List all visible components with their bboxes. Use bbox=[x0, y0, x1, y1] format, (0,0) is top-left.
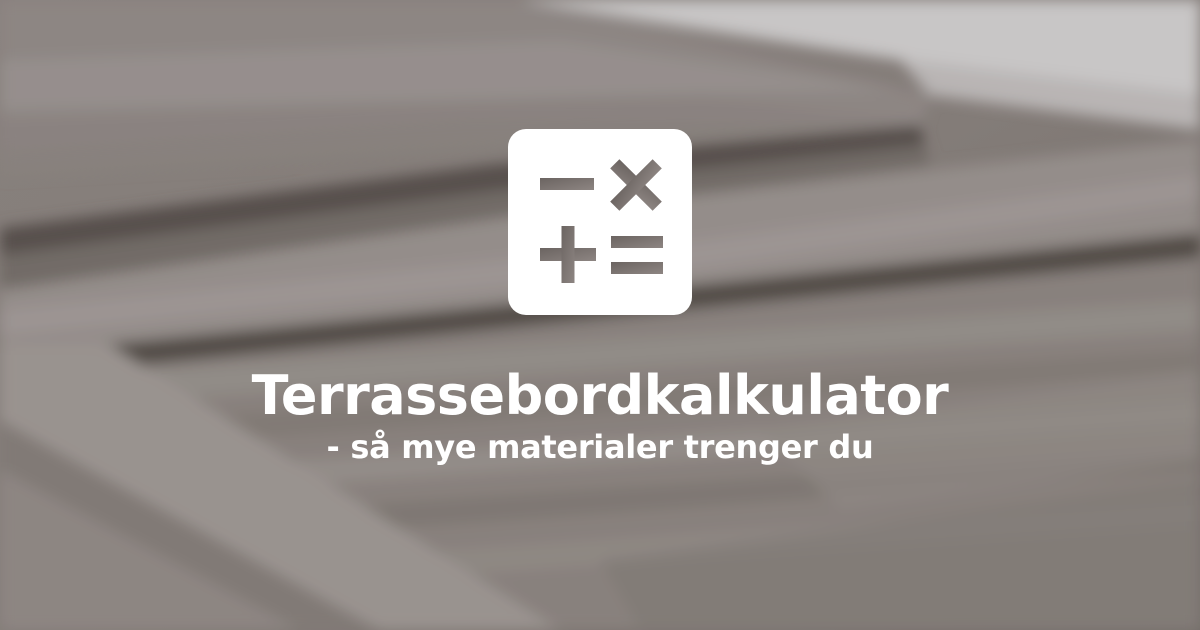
minus-symbol bbox=[540, 178, 594, 190]
deck-boards-image bbox=[0, 0, 1200, 630]
page-subtitle: - så mye materialer trenger du bbox=[326, 428, 874, 466]
background-photo bbox=[0, 0, 1200, 630]
equals-symbol bbox=[611, 236, 663, 274]
times-symbol bbox=[610, 159, 662, 211]
calculator-symbols bbox=[540, 159, 663, 283]
plus-symbol bbox=[540, 226, 596, 283]
calculator-icon bbox=[508, 129, 692, 315]
page-title: Terrassebordkalkulator bbox=[251, 364, 949, 427]
